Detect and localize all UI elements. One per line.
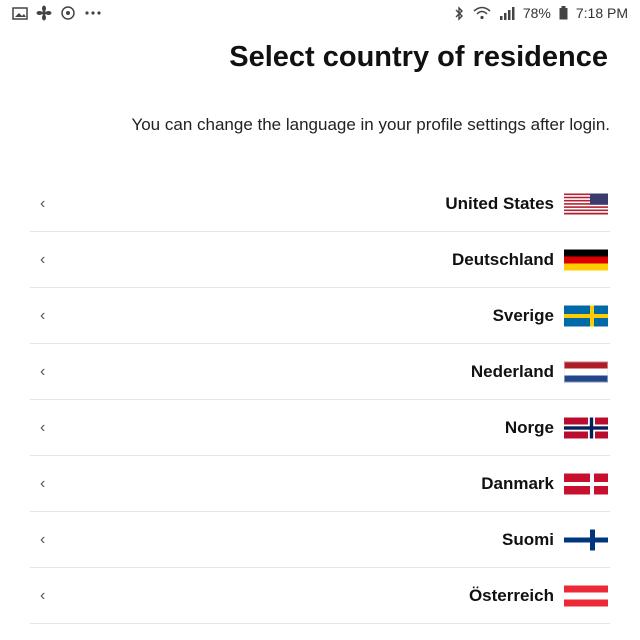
chevron-icon: ‹ xyxy=(40,418,46,436)
country-row-osterreich[interactable]: ‹ Österreich xyxy=(30,568,610,624)
chevron-icon: ‹ xyxy=(40,474,46,492)
nl-flag-icon xyxy=(564,361,608,382)
country-name: United States xyxy=(445,193,554,213)
country-name: Norge xyxy=(504,417,554,437)
status-right: 78% 7:18 PM xyxy=(453,5,628,21)
country-list: ‹ United States ‹ Deutschland ‹ Sverige xyxy=(30,176,610,624)
more-dots-icon xyxy=(84,10,102,16)
country-name: Nederland xyxy=(470,361,554,381)
country-row-sverige[interactable]: ‹ Sverige xyxy=(30,288,610,344)
chevron-icon: ‹ xyxy=(40,586,46,604)
clock-time: 7:18 PM xyxy=(575,5,628,21)
country-name: Sverige xyxy=(492,305,554,325)
status-bar: 78% 7:18 PM xyxy=(0,0,640,26)
page-subtitle: You can change the language in your prof… xyxy=(131,115,610,134)
bluetooth-icon xyxy=(453,5,465,21)
chevron-icon: ‹ xyxy=(40,530,46,548)
us-flag-icon xyxy=(564,193,608,214)
battery-icon xyxy=(559,6,568,20)
status-left xyxy=(12,5,102,21)
chevron-icon: ‹ xyxy=(40,194,46,212)
chevron-icon: ‹ xyxy=(40,306,46,324)
fi-flag-icon xyxy=(564,529,608,550)
country-name: Österreich xyxy=(468,585,554,605)
fan-icon xyxy=(36,5,52,21)
country-row-deutschland[interactable]: ‹ Deutschland xyxy=(30,232,610,288)
country-row-united-states[interactable]: ‹ United States xyxy=(30,176,610,232)
country-name: Suomi xyxy=(502,529,554,549)
country-name: Deutschland xyxy=(451,249,554,269)
at-flag-icon xyxy=(564,585,608,606)
country-row-suomi[interactable]: ‹ Suomi xyxy=(30,512,610,568)
hotspot-icon xyxy=(60,5,76,21)
de-flag-icon xyxy=(564,249,608,270)
gallery-icon xyxy=(12,6,28,20)
page-title: Select country of residence xyxy=(229,41,608,73)
country-row-nederland[interactable]: ‹ Nederland xyxy=(30,344,610,400)
signal-icon xyxy=(499,6,515,20)
dk-flag-icon xyxy=(564,473,608,494)
wifi-icon xyxy=(473,6,491,20)
country-row-norge[interactable]: ‹ Norge xyxy=(30,400,610,456)
chevron-icon: ‹ xyxy=(40,250,46,268)
country-name: Danmark xyxy=(481,473,554,493)
se-flag-icon xyxy=(564,305,608,326)
country-row-danmark[interactable]: ‹ Danmark xyxy=(30,456,610,512)
battery-percent: 78% xyxy=(522,5,551,21)
chevron-icon: ‹ xyxy=(40,362,46,380)
no-flag-icon xyxy=(564,417,608,438)
